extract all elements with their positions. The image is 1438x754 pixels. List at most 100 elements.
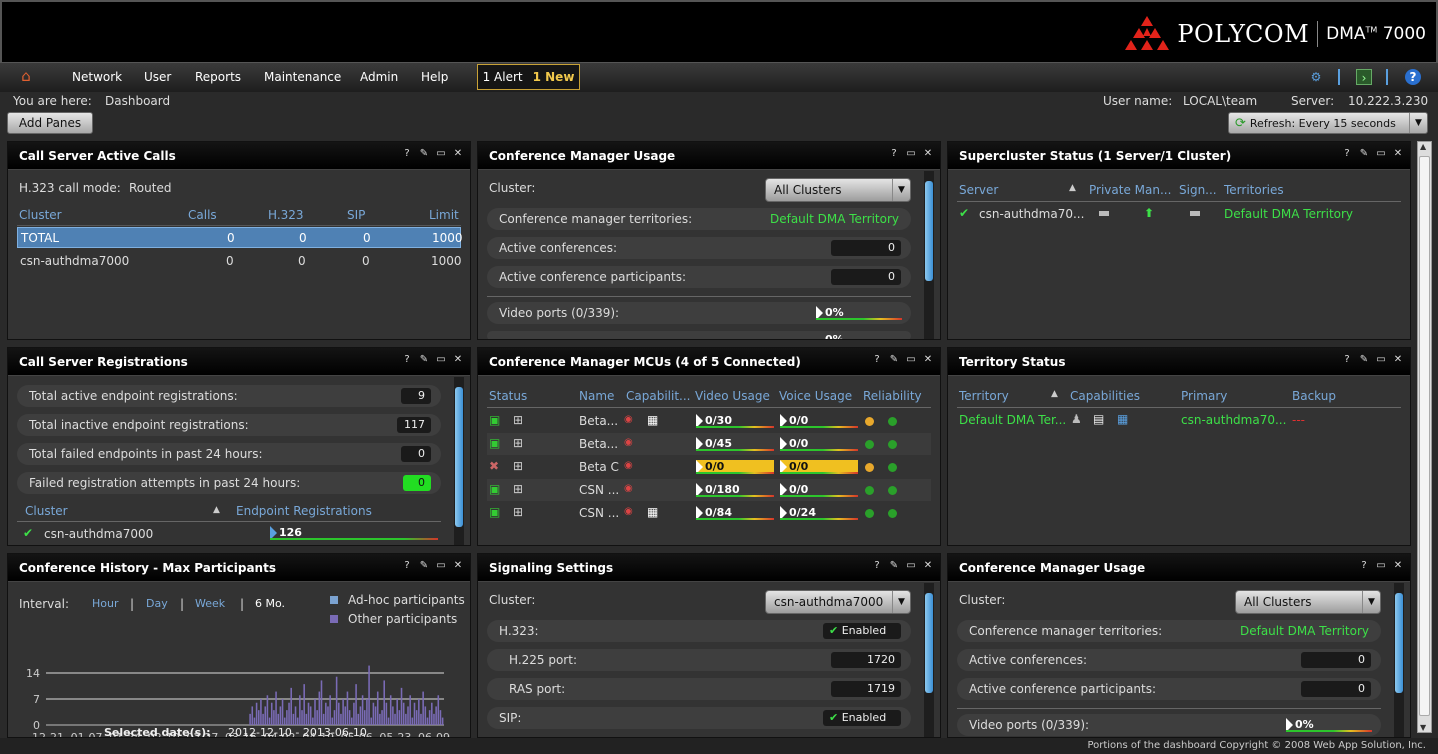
sort-asc-icon[interactable]: ▲ (213, 505, 220, 515)
help-icon[interactable]: ? (871, 354, 883, 366)
interval-hour[interactable]: Hour (92, 597, 119, 610)
close-icon[interactable]: ✕ (452, 354, 464, 366)
col-cluster[interactable]: Cluster (19, 208, 62, 222)
help-icon[interactable]: ? (1358, 560, 1370, 572)
minimize-icon[interactable]: ▭ (435, 354, 447, 366)
col-cluster[interactable]: Cluster (25, 504, 68, 518)
col-server[interactable]: Server (959, 183, 998, 197)
refresh-select[interactable]: ⟳ Refresh: Every 15 seconds ▼ (1228, 112, 1428, 134)
close-icon[interactable]: ✕ (452, 148, 464, 160)
col-limit[interactable]: Limit (429, 208, 459, 222)
menu-reports[interactable]: Reports (195, 70, 241, 84)
col-primary[interactable]: Primary (1181, 389, 1227, 403)
sort-asc-icon[interactable]: ▲ (1069, 183, 1076, 193)
col-name[interactable]: Name (579, 389, 614, 403)
help-icon[interactable]: ? (401, 148, 413, 160)
close-icon[interactable]: ✕ (1392, 354, 1404, 366)
menu-user[interactable]: User (144, 70, 171, 84)
bar-mark (350, 717, 353, 725)
minimize-icon[interactable]: ▭ (1375, 354, 1387, 366)
alert-indicator[interactable]: 1 Alert 1 New (477, 64, 580, 90)
col-status[interactable]: Status (489, 389, 527, 403)
col-sip[interactable]: SIP (347, 208, 365, 222)
col-calls[interactable]: Calls (188, 208, 217, 222)
table-row[interactable]: csn-authdma7000 0 0 0 1000 (17, 251, 462, 272)
help-icon[interactable]: ? (401, 560, 413, 572)
add-panes-button[interactable]: Add Panes (7, 112, 93, 134)
menu-admin[interactable]: Admin (360, 70, 398, 84)
pane-scrollbar[interactable] (454, 377, 464, 545)
help-icon[interactable]: ? (401, 354, 413, 366)
col-sign[interactable]: Sign... (1179, 183, 1217, 197)
col-h323[interactable]: H.323 (268, 208, 304, 222)
page-scrollbar[interactable]: ▲ ▼ (1417, 141, 1432, 733)
table-row[interactable]: Default DMA Ter... ♟ ▤ ▦ csn-authdma70..… (957, 410, 1401, 430)
table-row[interactable]: ✔ csn-authdma70... ⬆ Default DMA Territo… (957, 204, 1401, 224)
help-icon[interactable]: ? (888, 148, 900, 160)
interval-6mo[interactable]: 6 Mo. (255, 597, 285, 610)
menu-help[interactable]: Help (421, 70, 448, 84)
settings-icon[interactable]: ✎ (888, 354, 900, 366)
home-icon[interactable]: ⌂ (18, 68, 34, 84)
help-icon[interactable]: ? (871, 560, 883, 572)
col-territory[interactable]: Territory (959, 389, 1009, 403)
col-capabilities[interactable]: Capabilit... (626, 389, 690, 403)
table-row[interactable]: ✔ csn-authdma7000 126 (17, 524, 441, 544)
table-row[interactable]: ▣ ⊞ Beta... ◉ ▦ 0/30 0/0 (487, 410, 931, 432)
menu-network[interactable]: Network (72, 70, 122, 84)
close-icon[interactable]: ✕ (1392, 560, 1404, 572)
col-video-usage[interactable]: Video Usage (695, 389, 770, 403)
close-icon[interactable]: ✕ (922, 148, 934, 160)
close-icon[interactable]: ✕ (922, 354, 934, 366)
table-row[interactable]: ▣ ⊞ CSN ... ◉ ▦ 0/84 0/24 (487, 502, 931, 524)
logout-icon[interactable]: › (1356, 69, 1372, 85)
minimize-icon[interactable]: ▭ (1375, 148, 1387, 160)
help-icon[interactable]: ? (1405, 69, 1421, 85)
col-private-man[interactable]: Private Man... (1089, 183, 1171, 197)
table-row[interactable]: TOTAL 0 0 0 1000 (17, 227, 463, 248)
close-icon[interactable]: ✕ (922, 560, 934, 572)
bar-mark (374, 706, 377, 725)
menu-maintenance[interactable]: Maintenance (264, 70, 341, 84)
settings-icon[interactable]: ✎ (1358, 354, 1370, 366)
interval-week[interactable]: Week (195, 597, 225, 610)
col-endpoint-registrations[interactable]: Endpoint Registrations (236, 504, 372, 518)
bar-mark (294, 706, 297, 725)
settings-icon[interactable]: ✎ (888, 560, 900, 572)
settings-icon[interactable]: ✎ (418, 354, 430, 366)
pane-scrollbar[interactable] (924, 171, 934, 339)
table-row[interactable]: ✖ ⊞ Beta C ◉ 0/0 0/0 (487, 456, 931, 478)
settings-icon[interactable]: ✎ (418, 560, 430, 572)
close-icon[interactable]: ✕ (1392, 148, 1404, 160)
table-row[interactable]: ▣ ⊞ CSN ... ◉ 0/180 0/0 (487, 479, 931, 501)
bar-mark (277, 713, 280, 725)
settings-icon[interactable]: ✎ (1358, 148, 1370, 160)
minimize-icon[interactable]: ▭ (905, 560, 917, 572)
help-icon[interactable]: ? (1341, 148, 1353, 160)
cluster-select[interactable]: All Clusters ▼ (765, 178, 911, 202)
minimize-icon[interactable]: ▭ (905, 354, 917, 366)
cluster-select[interactable]: All Clusters ▼ (1235, 590, 1381, 614)
pane-scrollbar[interactable] (924, 583, 934, 737)
layout-icon: ▦ (647, 505, 659, 519)
minimize-icon[interactable]: ▭ (435, 148, 447, 160)
col-voice-usage[interactable]: Voice Usage (779, 389, 852, 403)
bar-mark (394, 713, 396, 725)
pane-scrollbar[interactable] (1394, 583, 1404, 737)
col-backup[interactable]: Backup (1292, 389, 1336, 403)
chevron-down-icon[interactable]: ▼ (1409, 113, 1427, 133)
minimize-icon[interactable]: ▭ (1375, 560, 1387, 572)
cluster-select[interactable]: csn-authdma7000 ▼ (765, 590, 911, 614)
col-capabilities[interactable]: Capabilities (1070, 389, 1140, 403)
minimize-icon[interactable]: ▭ (435, 560, 447, 572)
sort-asc-icon[interactable]: ▲ (1051, 389, 1058, 399)
interval-day[interactable]: Day (146, 597, 168, 610)
col-reliability[interactable]: Reliability (863, 389, 922, 403)
close-icon[interactable]: ✕ (452, 560, 464, 572)
col-territories[interactable]: Territories (1224, 183, 1284, 197)
help-icon[interactable]: ? (1341, 354, 1353, 366)
minimize-icon[interactable]: ▭ (905, 148, 917, 160)
table-row[interactable]: ▣ ⊞ Beta... ◉ 0/45 0/0 (487, 433, 931, 455)
settings-gear-icon[interactable]: ⚙ (1308, 69, 1324, 85)
settings-icon[interactable]: ✎ (418, 148, 430, 160)
